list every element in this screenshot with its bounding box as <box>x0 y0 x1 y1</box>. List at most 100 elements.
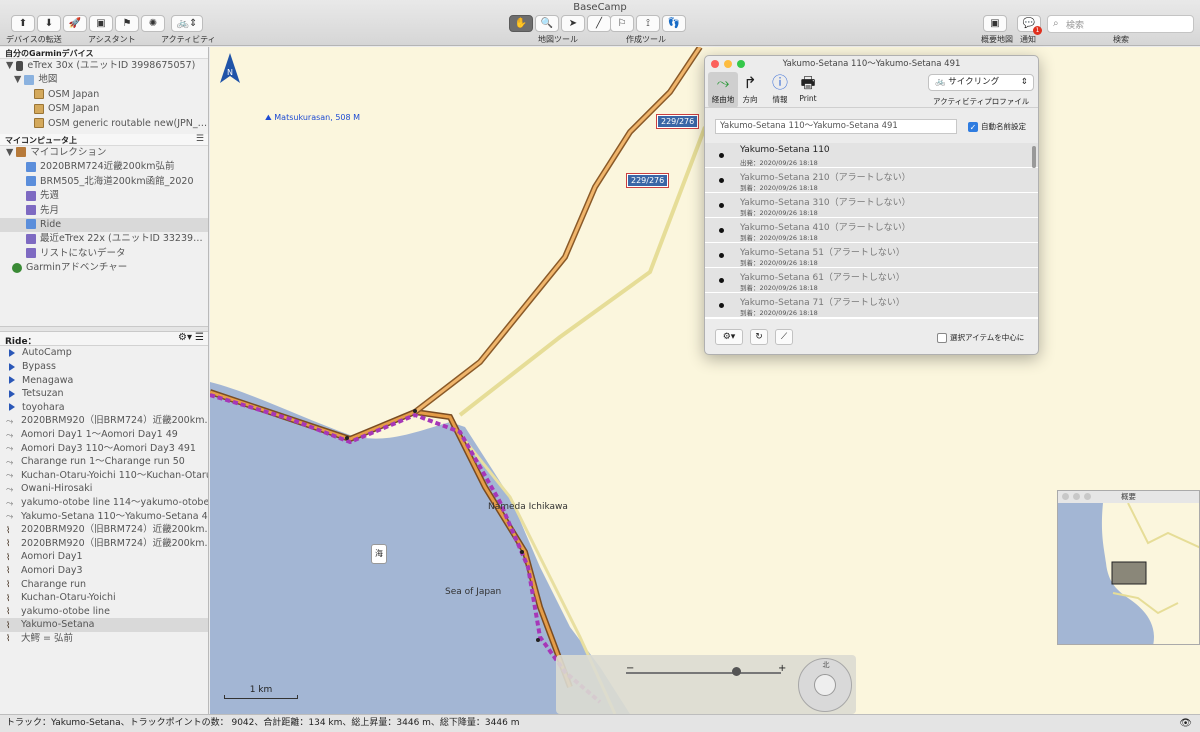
route-point <box>413 409 417 413</box>
ride-list-item[interactable]: ⤳ Kuchan-Otaru-Yoichi 110〜Kuchan-Otaru... <box>0 469 208 483</box>
waypoint-flag-icon[interactable]: ⚐ <box>610 15 634 32</box>
adventure-item[interactable]: Garminアドベンチャー <box>0 261 208 275</box>
list-item[interactable]: 最近eTrex 22x (ユニットID 332397... <box>0 232 208 246</box>
measure-tool-icon[interactable]: ╱ <box>587 15 611 32</box>
search-placeholder: 検索 <box>1066 21 1085 31</box>
ride-list-item[interactable]: ⌇ Yakumo-Setana <box>0 618 208 632</box>
minimize-icon[interactable] <box>724 60 732 68</box>
bicycle-icon: 🚲 <box>935 77 949 87</box>
overview-viewport[interactable] <box>1111 561 1147 585</box>
ride-list-item[interactable]: ⌇ Aomori Day3 <box>0 564 208 578</box>
ride-list-item[interactable]: ⤳ Owani-Hirosaki <box>0 482 208 496</box>
ride-list-item[interactable]: ⤳ Yakumo-Setana 110〜Yakumo-Setana 491 <box>0 510 208 524</box>
binoculars-icon[interactable]: 👁 <box>1179 715 1192 732</box>
activity-profile-select[interactable]: 🚲 サイクリング ⇕ <box>928 74 1034 91</box>
rocket-icon[interactable]: 🚀 <box>63 15 87 32</box>
close-icon[interactable] <box>1062 493 1069 500</box>
compass-control[interactable]: 北 <box>798 658 852 712</box>
gear-menu-button[interactable]: ⚙▾ <box>715 329 743 345</box>
auto-name-checkbox[interactable]: ✓ 自動名前設定 <box>968 121 1026 132</box>
ride-list-item[interactable]: ⤳ Aomori Day1 1〜Aomori Day1 49 <box>0 428 208 442</box>
ride-list-item[interactable]: AutoCamp <box>0 346 208 360</box>
tab-info[interactable]: ⓘ 情報 <box>765 72 795 108</box>
ride-list-item[interactable]: ⌇ Kuchan-Otaru-Yoichi <box>0 591 208 605</box>
list-item[interactable]: 先月 <box>0 204 208 218</box>
map-item[interactable]: OSM Japan <box>0 102 208 116</box>
track-icon: ⌇ <box>6 552 11 563</box>
via-list-item[interactable]: Yakumo-Setana 210（アラートしない） 到着：2020/09/26 … <box>705 168 1038 193</box>
ride-list-item[interactable]: Menagawa <box>0 374 208 388</box>
ride-list-item[interactable]: ⌇ 2020BRM920（旧BRM724）近畿200km... <box>0 523 208 537</box>
ride-list-item[interactable]: ⤳ yakumo-otobe line 114〜yakumo-otobe li..… <box>0 496 208 510</box>
zoom-slider-knob[interactable] <box>732 667 741 676</box>
via-list-item[interactable]: Yakumo-Setana 61（アラートしない） 到着：2020/09/26 1… <box>705 268 1038 293</box>
menu-icon[interactable]: ☰ <box>196 134 204 144</box>
ride-list-item[interactable]: ⤳ Aomori Day3 110〜Aomori Day3 491 <box>0 442 208 456</box>
via-list-item[interactable]: Yakumo-Setana 110 出発：2020/09/26 18:18 <box>705 143 1038 168</box>
device-section-header: 自分のGarminデバイス <box>0 47 208 59</box>
tab-print[interactable]: 🖶 Print <box>793 72 823 108</box>
via-list-item[interactable]: Yakumo-Setana 51（アラートしない） 到着：2020/09/26 1… <box>705 243 1038 268</box>
profile-graph-icon[interactable]: ⟋ <box>775 329 793 345</box>
list-item[interactable]: 先週 <box>0 189 208 203</box>
ride-list-item[interactable]: ⌇ 大鰐 = 弘前 <box>0 632 208 646</box>
select-tool-icon[interactable]: ➤ <box>561 15 585 32</box>
upload-to-device-button[interactable]: ⬆ <box>11 15 35 32</box>
zoom-in-icon[interactable]: + <box>778 663 786 674</box>
list-item[interactable]: BRM505_北海道200km函館_2020 <box>0 175 208 189</box>
route-name-field[interactable]: Yakumo-Setana 110〜Yakumo-Setana 491 <box>715 119 957 134</box>
collection-item[interactable]: ▼ マイコレクション <box>0 146 208 160</box>
search-input[interactable]: ⌕ 検索 <box>1047 15 1194 33</box>
ride-list-item[interactable]: ⤳ 2020BRM920（旧BRM724）近畿200km... <box>0 414 208 428</box>
hand-tool-icon[interactable]: ✋ <box>509 15 533 32</box>
zoom-window-icon[interactable] <box>737 60 745 68</box>
recalculate-icon[interactable]: ↻ <box>750 329 768 345</box>
maps-folder-item[interactable]: ▼ 地図 <box>0 73 208 87</box>
aperture-icon[interactable]: ✺ <box>141 15 165 32</box>
activity-select[interactable]: 🚲⇕ <box>171 15 203 32</box>
menu-icon[interactable]: ☰ <box>195 332 204 343</box>
overview-map-canvas[interactable] <box>1058 502 1200 645</box>
via-list-item[interactable]: Yakumo-Setana 310（アラートしない） 到着：2020/09/26 … <box>705 193 1038 218</box>
minimize-icon[interactable] <box>1073 493 1080 500</box>
gear-icon[interactable]: ⚙▾ <box>178 332 192 343</box>
mountain-poi[interactable]: ⛰ Matsukurasan, 508 M <box>265 113 360 123</box>
track-tool-icon[interactable]: 👣 <box>662 15 686 32</box>
via-list-item[interactable]: Yakumo-Setana 71（アラートしない） 到着：2020/09/26 1… <box>705 293 1038 318</box>
ride-list-item[interactable]: Tetsuzan <box>0 387 208 401</box>
overview-map-icon[interactable]: ▣ <box>983 15 1007 32</box>
list-item[interactable]: リストにないデータ <box>0 247 208 261</box>
list-item[interactable]: 2020BRM724近畿200km弘前 <box>0 160 208 174</box>
sea-pin-icon[interactable]: 海 <box>371 544 387 564</box>
backpack-icon[interactable]: ▣ <box>89 15 113 32</box>
zoom-window-icon[interactable] <box>1084 493 1091 500</box>
tab-directions[interactable]: ↱ 方向 <box>735 72 765 108</box>
ride-list-item[interactable]: ⌇ 2020BRM920（旧BRM724）近畿200km... <box>0 537 208 551</box>
via-list-scrollbar[interactable] <box>1032 146 1036 168</box>
center-selection-checkbox[interactable]: 選択アイテムを中心に <box>937 332 1024 343</box>
route-tool-icon[interactable]: ⟟ <box>636 15 660 32</box>
download-from-device-button[interactable]: ⬇ <box>37 15 61 32</box>
ride-list-item[interactable]: toyohara <box>0 401 208 415</box>
zoom-tool-icon[interactable]: 🔍 <box>535 15 559 32</box>
list-item-selected[interactable]: Ride <box>0 217 208 233</box>
hiker-icon[interactable]: ⚑ <box>115 15 139 32</box>
close-icon[interactable] <box>711 60 719 68</box>
ride-list-item[interactable]: ⌇ Charange run <box>0 578 208 592</box>
ride-list-item[interactable]: ⌇ Aomori Day1 <box>0 550 208 564</box>
tab-vias[interactable]: ⤳ 経由地 <box>708 72 738 108</box>
map-item[interactable]: OSM generic routable new(JPN_2... <box>0 117 208 131</box>
ride-list-header: Ride： ⚙▾ ☰ <box>0 332 208 347</box>
map-item[interactable]: OSM Japan <box>0 88 208 102</box>
zoom-slider[interactable] <box>626 672 781 674</box>
ride-list-item[interactable]: ⌇ yakumo-otobe line <box>0 605 208 619</box>
ride-list-item[interactable]: ⤳ Charange run 1〜Charange run 50 <box>0 455 208 469</box>
via-point-icon <box>719 278 724 283</box>
via-list-item[interactable]: Yakumo-Setana 410（アラートしない） 到着：2020/09/26 … <box>705 218 1038 243</box>
device-item[interactable]: ▼ eTrex 30x (ユニットID 3998675057) <box>0 59 208 73</box>
window-controls <box>711 60 745 68</box>
zoom-out-icon[interactable]: − <box>626 663 634 674</box>
compass-center-icon[interactable] <box>814 674 836 696</box>
smart-list-icon <box>26 205 36 216</box>
ride-list-item[interactable]: Bypass <box>0 360 208 374</box>
